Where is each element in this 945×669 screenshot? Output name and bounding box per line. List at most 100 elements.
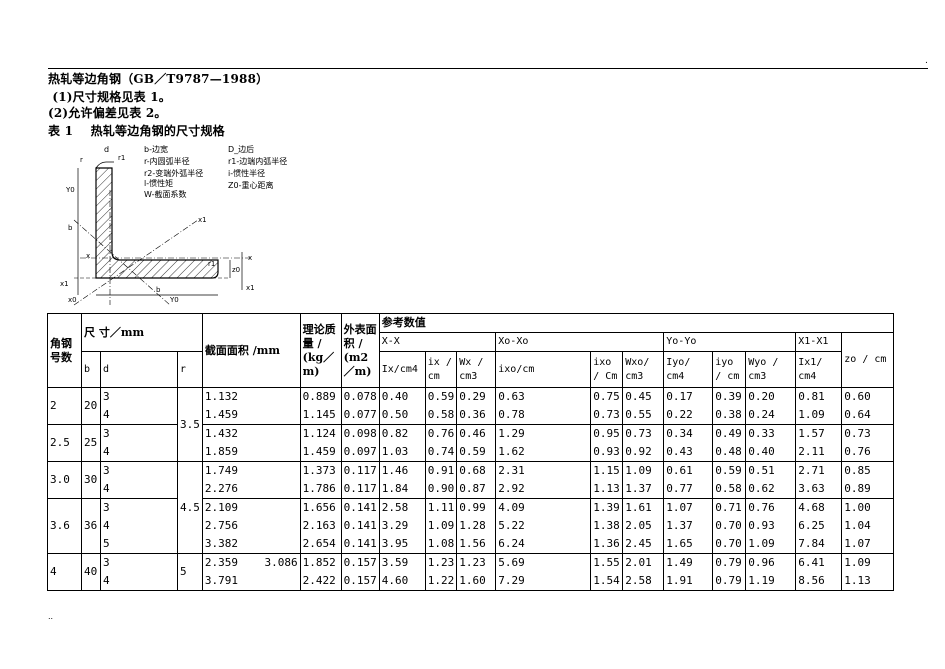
label-b: b: [68, 224, 73, 232]
cell-no: 3.6: [47, 498, 82, 554]
cell-ix: 3.59 4.60: [378, 553, 426, 591]
table-caption: 表 1 热轧等边角钢的尺寸规格: [48, 124, 225, 138]
legend-item: Z0-重心距离: [228, 180, 273, 190]
cell-d: 345: [100, 498, 178, 554]
header-ix-cm4: Ix/cm4: [378, 351, 426, 388]
cell-d: 34: [100, 553, 178, 591]
legend-item: W-截面系数: [144, 189, 186, 199]
cell-outer: 0.078 0.077: [340, 387, 380, 425]
legend-item: b-边宽: [144, 144, 168, 154]
cell-iyor: 0.79 0.79: [712, 553, 747, 591]
label-y0-bottom: Y0: [169, 296, 179, 304]
label-r1-mid: r1: [208, 260, 215, 268]
header-theo-mass: 理论质量 / (kg／m): [299, 313, 342, 388]
cell-mass: 1.852 2.422: [299, 553, 342, 591]
cell-ixr: 0.76 0.74: [424, 424, 458, 462]
cell-outer: 0.141 0.141 0.141: [340, 498, 380, 554]
angle-section-diagram: d r1 r Y0 b x1 x x z0 r1 x1 x0 Y0 x1 b b…: [60, 144, 287, 306]
cell-wxo: 0.73 0.92: [622, 424, 665, 462]
cell-wx: 0.99 1.28 1.56: [456, 498, 497, 554]
angle-spec-table: 角钢号数 尺 寸／mm 截面面积 /mm 理论质量 / (kg／m) 外表面积 …: [47, 313, 895, 591]
cell-wx: 0.46 0.59: [456, 424, 497, 462]
legend-item: D_边后: [228, 144, 254, 154]
cell-outer: 0.117 0.117: [340, 461, 380, 499]
cell-zo: 0.85 0.89: [841, 461, 895, 499]
cell-ixr: 1.11 1.09 1.08: [424, 498, 458, 554]
cell-zo: 0.73 0.76: [841, 424, 895, 462]
cell-ixo: 1.29 1.62: [495, 424, 592, 462]
cell-iyor: 0.71 0.70 0.70: [712, 498, 747, 554]
cell-wxo: 0.45 0.55: [622, 387, 665, 425]
cell-no: 2: [47, 387, 82, 425]
header-zo: zo / cm: [841, 332, 895, 388]
cell-wyo: 0.20 0.24: [745, 387, 797, 425]
table-row: 2.5 25 34 1.432 1.859 1.124 1.459 0.098 0.0…: [47, 424, 895, 462]
header-size: 尺 寸／mm: [81, 313, 203, 352]
cell-ixr: 1.23 1.22: [424, 553, 458, 591]
label-r1-top: r1: [118, 154, 125, 162]
cell-area: 2.109 2.756 3.382: [201, 498, 301, 554]
cell-r: 4.5: [177, 461, 203, 554]
cell-wx: 0.29 0.36: [456, 387, 497, 425]
table-row: 4 40 34 5 2.359 3.086 3.791 1.852 2.422 0.…: [47, 553, 895, 591]
cell-wyo: 0.96 1.19: [745, 553, 797, 591]
corner-mark: .: [925, 56, 928, 66]
table-row: 2 20 34 3.5 1.132 1.459 0.889 1.145 0.078 0…: [47, 387, 895, 462]
cell-wyo: 0.33 0.40: [745, 424, 797, 462]
header-ix1: Ix1/ cm4: [795, 351, 843, 388]
cell-iyor: 0.39 0.38: [712, 387, 747, 425]
table-row: 3.6 36 345 2.109 2.756 3.382 1.656 2.163 2.6…: [47, 498, 895, 554]
label-x1-left: x1: [60, 280, 69, 288]
header-r: r: [177, 351, 203, 388]
cell-r: 3.5: [177, 387, 203, 462]
table-row: 3.0 30 34 4.5 1.749 2.276 1.373 1.786 0.11…: [47, 461, 895, 554]
cell-outer: 0.098 0.097: [340, 424, 380, 462]
header-angle-no: 角钢号数: [47, 313, 82, 388]
header-wyo: Wyo / cm3: [745, 351, 797, 388]
cell-ixr: 0.91 0.90: [424, 461, 458, 499]
header-b: b: [81, 351, 101, 388]
cell-ixo: 5.69 7.29: [495, 553, 592, 591]
cell-ix: 2.58 3.29 3.95: [378, 498, 426, 554]
cell-area: 2.359 3.086 3.791: [201, 553, 301, 591]
cell-iyor: 0.49 0.48: [712, 424, 747, 462]
cell-area: 1.132 1.459: [201, 387, 301, 425]
cell-iyo: 1.49 1.91: [663, 553, 714, 591]
cell-b: 40: [81, 553, 101, 591]
cell-mass: 0.889 1.145: [299, 387, 342, 425]
cell-ix1: 1.57 2.11: [795, 424, 843, 462]
header-iyo-cm: iyo / cm: [712, 351, 747, 388]
cell-ixor: 1.39 1.38 1.36: [590, 498, 624, 554]
cell-ixo: 2.31 2.92: [495, 461, 592, 499]
cell-ixo: 0.63 0.78: [495, 387, 592, 425]
cell-area: 1.749 2.276: [201, 461, 301, 499]
legend-item: r2-变端外弧半径: [144, 168, 203, 178]
cell-ixor: 1.15 1.13: [590, 461, 624, 499]
header-wx: Wx / cm3: [456, 351, 497, 388]
note-size-spec: (1)尺寸规格见表 1。: [48, 90, 172, 104]
cell-wx: 1.23 1.60: [456, 553, 497, 591]
cell-ix1: 6.41 8.56: [795, 553, 843, 591]
cell-ixor: 0.75 0.73: [590, 387, 624, 425]
note-tolerance: (2)允许偏差见表 2。: [48, 106, 167, 120]
bottom-mark: ..: [48, 612, 54, 621]
cell-d: 34: [100, 387, 178, 425]
cell-iyo: 1.07 1.37 1.65: [663, 498, 714, 554]
legend-item: i-惯性半径: [228, 168, 265, 178]
cell-zo: 1.00 1.04 1.07: [841, 498, 895, 554]
legend-item: l-惯性矩: [144, 178, 173, 188]
label-x1: x1: [198, 216, 207, 224]
cell-area: 1.432 1.859: [201, 424, 301, 462]
cell-ix: 1.46 1.84: [378, 461, 426, 499]
cell-mass: 1.124 1.459: [299, 424, 342, 462]
label-d: d: [104, 145, 109, 154]
cell-iyo: 0.17 0.22: [663, 387, 714, 425]
header-ix-cm: ix / cm: [424, 351, 458, 388]
header-rule: [48, 68, 928, 69]
cell-b: 25: [81, 424, 101, 462]
label-x-left: x: [248, 254, 252, 262]
cell-mass: 1.373 1.786: [299, 461, 342, 499]
label-b-bottom: b: [156, 286, 161, 294]
cell-wx: 0.68 0.87: [456, 461, 497, 499]
cell-ix: 0.40 0.50: [378, 387, 426, 425]
